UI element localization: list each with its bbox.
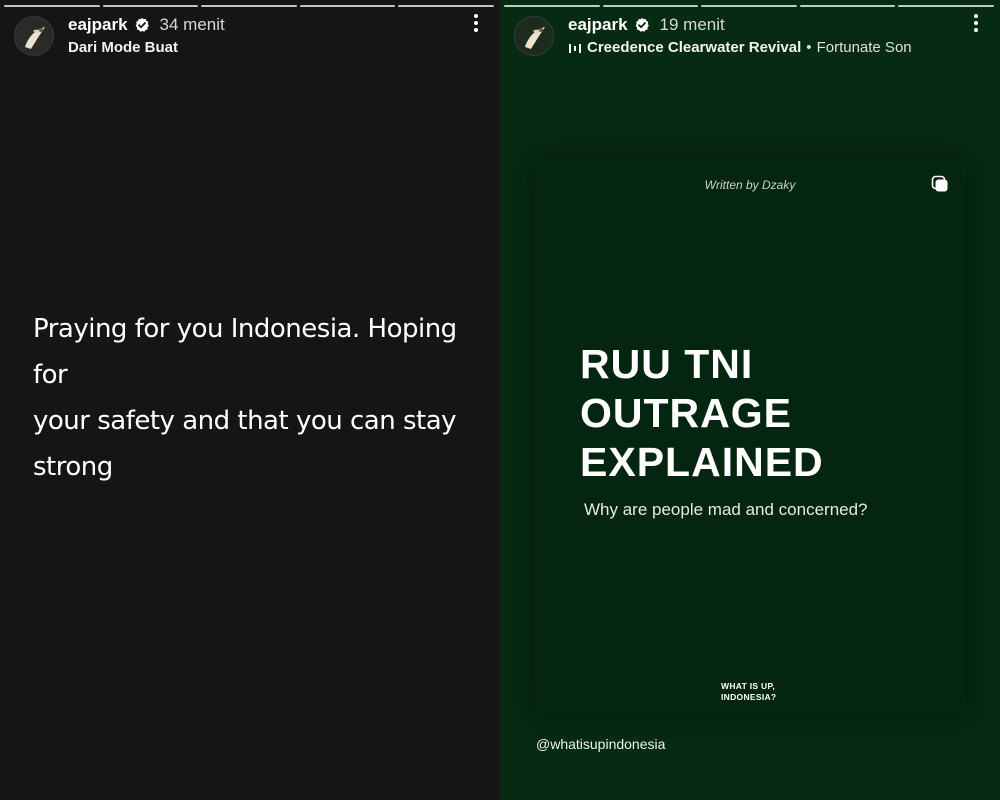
post-brand-logo: WHAT IS UP, INDONESIA? [721,681,776,703]
story-right[interactable]: eajpark 19 menit Creedence Clearwater Re… [500,0,1000,800]
progress-segment [504,5,600,7]
story-header: eajpark 34 menit Dari Mode Buat [14,14,486,58]
post-subheading: Why are people mad and concerned? [584,500,868,519]
post-brand-line: WHAT IS UP, [721,681,775,691]
story-left[interactable]: eajpark 34 menit Dari Mode Buat Praying … [0,0,500,800]
story-progress-bar [4,5,494,7]
story-time: 34 menit [159,14,225,34]
progress-segment [299,5,396,7]
progress-segment [4,5,100,7]
story-time: 19 menit [659,14,725,34]
post-headline: RUU TNI OUTRAGE EXPLAINED [580,340,824,487]
progress-segment [602,5,699,7]
music-separator: • [806,39,812,56]
progress-segment [102,5,199,7]
post-headline-line: OUTRAGE [580,390,792,436]
story-viewer: eajpark 34 menit Dari Mode Buat Praying … [0,0,1000,800]
progress-segment [701,5,797,7]
story-text-line: your safety and that you can stay [33,406,457,436]
music-attribution[interactable]: Creedence Clearwater Revival • Fortunate… [568,37,912,59]
story-text-line: strong [33,452,113,482]
avatar[interactable] [14,16,54,56]
more-vertical-icon[interactable] [466,12,486,34]
progress-segment [398,5,494,7]
username[interactable]: eajpark [568,15,628,35]
story-source-label[interactable]: Dari Mode Buat [68,39,178,56]
story-meta: eajpark 34 menit Dari Mode Buat [68,14,225,59]
story-header: eajpark 19 menit Creedence Clearwater Re… [514,14,986,58]
progress-segment [898,5,994,7]
story-text: Praying for you Indonesia. Hoping for yo… [33,306,483,490]
multiple-posts-icon [930,174,950,194]
music-bars-icon [568,41,582,55]
post-headline-line: EXPLAINED [580,439,824,485]
account-handle-link[interactable]: @whatisupindonesia [536,736,665,752]
story-text-line: Praying for you Indonesia. Hoping for [33,314,457,390]
verified-badge-icon [134,17,150,33]
post-headline-line: RUU TNI [580,341,754,387]
music-artist: Creedence Clearwater Revival [587,39,802,56]
story-progress-bar [504,5,994,7]
post-author-credit: Written by Dzaky [704,178,796,192]
verified-badge-icon [634,17,650,33]
shared-post-card[interactable]: Written by Dzaky RUU TNI OUTRAGE EXPLAIN… [534,160,966,716]
more-vertical-icon[interactable] [966,12,986,34]
progress-segment [201,5,297,7]
username[interactable]: eajpark [68,15,128,35]
post-brand-line: INDONESIA? [721,692,777,702]
progress-segment [799,5,896,7]
music-song: Fortunate Son [816,39,912,56]
story-meta: eajpark 19 menit Creedence Clearwater Re… [568,14,912,59]
avatar[interactable] [514,16,554,56]
